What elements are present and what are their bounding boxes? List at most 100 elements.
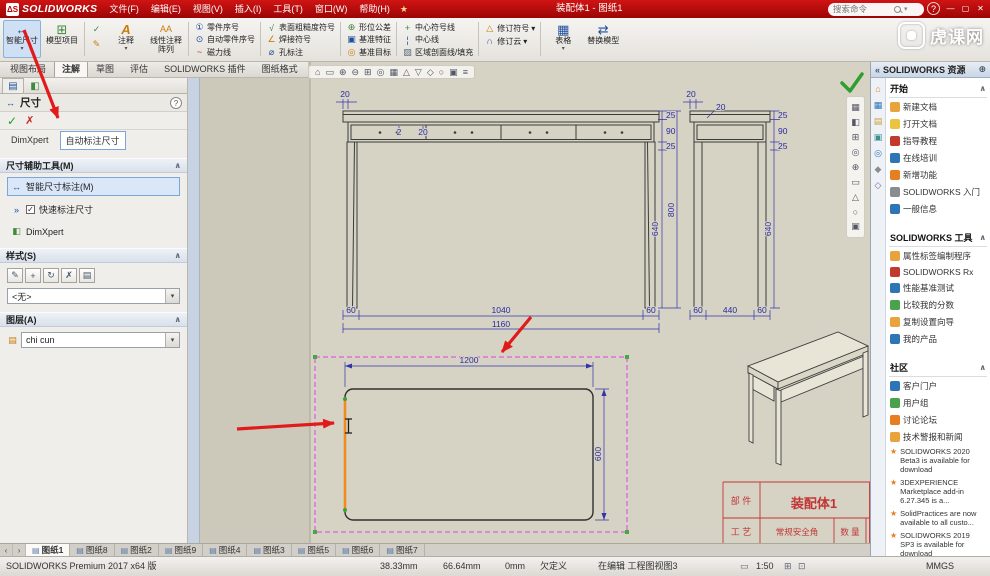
surface-finish-button[interactable]: √ 表面粗糙度符号: [264, 22, 337, 33]
performance-benchmark-link[interactable]: 性能基准测试: [889, 279, 987, 296]
sheet-tab-1[interactable]: ▤图纸1: [26, 544, 70, 556]
tab-property-manager[interactable]: ▤: [2, 78, 24, 93]
group-dimension-tools[interactable]: 尺寸辅助工具(M) ∧: [0, 158, 187, 173]
zoom-area-icon[interactable]: ▭: [325, 67, 334, 78]
resources-tab-icon[interactable]: ⌂: [875, 85, 880, 94]
section-view-icon[interactable]: △: [403, 67, 410, 78]
appearance-icon[interactable]: ◇: [427, 67, 434, 78]
dropdown-icon[interactable]: ▾: [165, 333, 179, 347]
sheet-tab-5[interactable]: ▤图纸5: [292, 544, 336, 556]
menu-edit[interactable]: 编辑(E): [145, 0, 187, 18]
centerline-button[interactable]: ¦ 中心线: [400, 34, 475, 45]
solidworks-rx-link[interactable]: SOLIDWORKS Rx: [889, 264, 987, 279]
customer-portal-link[interactable]: 客户门户: [889, 377, 987, 394]
auto-balloon-button[interactable]: ⊙ 自动零件序号: [192, 34, 257, 45]
dropdown-icon[interactable]: ▾: [165, 289, 179, 303]
sheet-tab-7[interactable]: ▤图纸7: [380, 544, 424, 556]
new-document-link[interactable]: 新建文档: [889, 98, 987, 115]
zoom-fit-icon[interactable]: ⌂: [315, 67, 320, 77]
section-getting-started[interactable]: 开始 ∧: [889, 80, 987, 98]
cancel-button[interactable]: ✗: [25, 114, 34, 127]
minimize-button[interactable]: —: [943, 0, 958, 18]
hole-callout-button[interactable]: ⌀ 孔标注: [264, 47, 337, 58]
sheet-tab-6[interactable]: ▤图纸6: [336, 544, 380, 556]
drawing-sheet[interactable]: 20 2 20 25 90 25 640 800 60 1040 60 1160: [200, 62, 870, 543]
annotation-icon[interactable]: △: [852, 192, 859, 203]
view-palette-tab-icon[interactable]: ▣: [874, 133, 883, 142]
properties-icon[interactable]: ▣: [851, 221, 860, 232]
format-painter-icon[interactable]: ✎: [91, 39, 102, 50]
fast-dimension-checkbox[interactable]: ✓: [26, 205, 35, 214]
section-solidworks-tools[interactable]: SOLIDWORKS 工具 ∧: [889, 229, 987, 247]
ok-button[interactable]: ✓: [7, 114, 17, 128]
datum-feature-button[interactable]: ▣ 基准特征: [344, 34, 393, 45]
unit-system[interactable]: MMGS: [926, 557, 954, 576]
open-document-link[interactable]: 打开文档: [889, 115, 987, 132]
maximize-button[interactable]: ▢: [958, 0, 973, 18]
quick-tips-icon[interactable]: ⊡: [798, 557, 806, 576]
dimxpert-tool[interactable]: ◧ DimXpert: [7, 223, 180, 240]
view-palette-icon[interactable]: ◧: [851, 117, 860, 128]
rotate-view-icon[interactable]: ◎: [377, 67, 385, 78]
update-style-button[interactable]: ↻: [43, 268, 59, 283]
custom-properties-tab-icon[interactable]: ◆: [875, 165, 882, 174]
center-mark-button[interactable]: + 中心符号线: [400, 22, 475, 33]
my-products-link[interactable]: 我的产品: [889, 330, 987, 347]
news-item[interactable]: ★3DEXPERIENCE Marketplace add-in 6.27.34…: [889, 476, 987, 507]
options-icon[interactable]: ≡: [463, 67, 468, 77]
help-icon[interactable]: ?: [170, 97, 182, 109]
smart-dimension-button[interactable]: ↔ 智能尺寸 ▾: [3, 20, 41, 58]
forum-tab-icon[interactable]: ◇: [875, 181, 882, 190]
menu-tools[interactable]: 工具(T): [267, 0, 309, 18]
auto-dimension-mode-button[interactable]: 自动标注尺寸: [60, 131, 126, 150]
hide-show-items-icon[interactable]: ▣: [449, 67, 458, 78]
revision-cloud-button[interactable]: ∩ 修订云 ▾: [482, 35, 537, 47]
view-orientation-icon[interactable]: ▽: [415, 67, 422, 78]
search-dropdown-icon[interactable]: ▾: [904, 5, 908, 13]
graphics-area[interactable]: 20 2 20 25 90 25 640 800 60 1040 60 1160: [200, 62, 870, 543]
add-style-button[interactable]: +: [25, 268, 41, 283]
tab-configuration-manager[interactable]: ◧: [24, 78, 46, 93]
tutorials-link[interactable]: 指导教程: [889, 132, 987, 149]
panel-splitter[interactable]: [188, 78, 200, 543]
spell-checker-icon[interactable]: ✓: [91, 24, 102, 35]
revision-symbol-button[interactable]: △ 修订符号 ▾: [482, 22, 537, 34]
apply-default-style-button[interactable]: ✎: [7, 268, 23, 283]
replace-model-button[interactable]: ⇄ 替换模型: [584, 20, 622, 58]
menu-window[interactable]: 窗口(W): [309, 0, 354, 18]
scene-icon[interactable]: ○: [439, 67, 444, 77]
appearances-tab-icon[interactable]: ◎: [874, 149, 882, 158]
smart-dimensioning-tool[interactable]: ↔ 智能尺寸标注(M): [7, 177, 180, 196]
news-item[interactable]: ★SOLIDWORKS 2019 SP3 is available for do…: [889, 529, 987, 556]
sheet-tab-9[interactable]: ▤图纸9: [159, 544, 203, 556]
online-training-link[interactable]: 在线培训: [889, 149, 987, 166]
group-style[interactable]: 样式(S) ∧: [0, 248, 187, 263]
table-button[interactable]: ▦ 表格 ▾: [544, 20, 582, 58]
scroll-tabs-left-icon[interactable]: ‹: [0, 544, 13, 556]
help-button[interactable]: ?: [927, 2, 940, 15]
close-button[interactable]: ✕: [973, 0, 988, 18]
sheet-tab-3[interactable]: ▤图纸3: [247, 544, 291, 556]
style-select[interactable]: <无> ▾: [7, 288, 180, 304]
menu-insert[interactable]: 插入(I): [229, 0, 268, 18]
news-item[interactable]: ★SOLIDWORKS 2020 Beta3 is available for …: [889, 445, 987, 476]
technical-alerts-link[interactable]: 技术警报和新闻: [889, 428, 987, 445]
menu-view[interactable]: 视图(V): [187, 0, 229, 18]
copy-settings-wizard-link[interactable]: 复制设置向导: [889, 313, 987, 330]
introducing-solidworks-link[interactable]: SOLIDWORKS 入门: [889, 183, 987, 200]
pan-icon[interactable]: ⊞: [364, 67, 372, 78]
search-input[interactable]: [833, 4, 891, 14]
general-info-link[interactable]: 一般信息: [889, 200, 987, 217]
grid-snap-icon[interactable]: ⊞: [784, 557, 792, 576]
whats-new-link[interactable]: 新增功能: [889, 166, 987, 183]
magnetic-line-button[interactable]: ~ 磁力线: [192, 47, 257, 58]
pin-icon[interactable]: ⊕: [978, 64, 986, 75]
zoom-out-icon[interactable]: ⊖: [352, 67, 360, 78]
sheet-tab-8[interactable]: ▤图纸8: [70, 544, 114, 556]
datum-target-button[interactable]: ◎ 基准目标: [344, 47, 393, 58]
user-groups-link[interactable]: 用户组: [889, 394, 987, 411]
layer-select[interactable]: chi cun ▾: [21, 332, 180, 348]
scroll-tabs-right-icon[interactable]: ›: [13, 544, 26, 556]
news-item[interactable]: ★SolidPractices are now available to all…: [889, 507, 987, 529]
fast-dimension-row[interactable]: » ✓ 快速标注尺寸: [7, 200, 180, 219]
